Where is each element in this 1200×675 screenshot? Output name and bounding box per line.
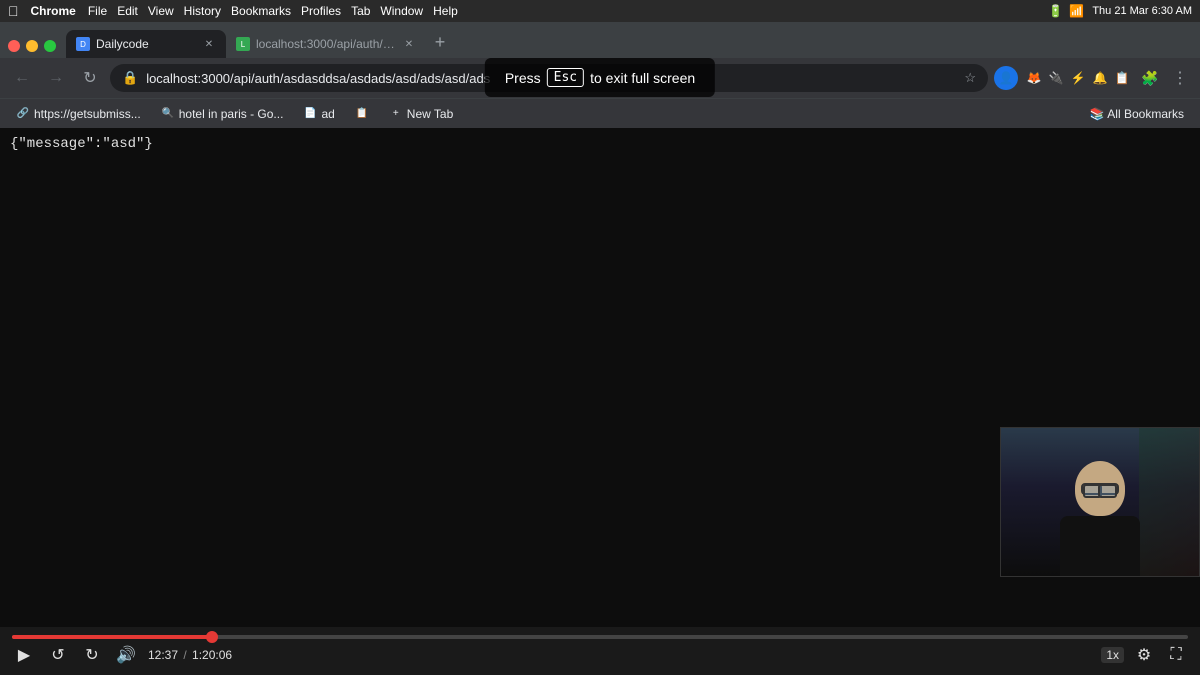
bookmark-label-3: ad (321, 107, 334, 121)
maximize-button[interactable] (44, 40, 56, 52)
bookmark-ad[interactable]: 📄 ad (295, 105, 342, 123)
traffic-lights (8, 40, 56, 58)
menu-profiles[interactable]: Profiles (301, 4, 341, 18)
total-time: 1:20:06 (192, 648, 232, 662)
ext-icon-3[interactable]: ⚡ (1068, 68, 1088, 88)
person-silhouette (1060, 461, 1140, 576)
bookmark-icon-1: 🔗 (16, 107, 30, 121)
tab-localhost[interactable]: L localhost:3000/api/auth/asd... ✕ (226, 30, 426, 58)
right-controls: 1x ⚙ ⛶ (1101, 643, 1188, 667)
exit-text: to exit full screen (590, 70, 695, 86)
menu-file[interactable]: File (88, 4, 107, 18)
bookmark-getsubmiss[interactable]: 🔗 https://getsubmiss... (8, 105, 149, 123)
esc-key: Esc (547, 68, 584, 87)
menu-help[interactable]: Help (433, 4, 458, 18)
menu-bar-right: 🔋 📶 Thu 21 Mar 6:30 AM (1048, 4, 1192, 18)
apple-menu[interactable]:  (8, 3, 19, 19)
progress-handle[interactable] (206, 631, 218, 643)
video-controls: ▶ ↺ ↻ 🔊 12:37 / 1:20:06 1x ⚙ ⛶ (0, 627, 1200, 675)
press-text: Press (505, 70, 541, 86)
play-button[interactable]: ▶ (12, 643, 36, 667)
lock-icon: 🔒 (122, 70, 138, 86)
menu-window[interactable]: Window (380, 4, 423, 18)
bookmark-icon-2: 🔍 (161, 107, 175, 121)
address-bar-icons: 👤 🦊 🔌 ⚡ 🔔 📋 🧩 ⋮ (994, 66, 1192, 90)
bookmark-icon-4: 📋 (355, 107, 369, 121)
tab-title-dailycode: Dailycode (96, 37, 196, 51)
webcam-bg-accent (1139, 428, 1199, 576)
bookmark-icon-3: 📄 (303, 107, 317, 121)
close-button[interactable] (8, 40, 20, 52)
more-menu-button[interactable]: ⋮ (1168, 66, 1192, 90)
person-head (1075, 461, 1125, 516)
bookmarks-right: 📚 All Bookmarks (1082, 105, 1192, 123)
reload-button[interactable]: ↻ (76, 64, 104, 92)
profile-icon[interactable]: 👤 (994, 66, 1018, 90)
star-icon[interactable]: ☆ (964, 70, 976, 86)
settings-button[interactable]: ⚙ (1132, 643, 1156, 667)
back-button[interactable]: ← (8, 64, 36, 92)
tab-close-dailycode[interactable]: ✕ (202, 37, 216, 51)
new-tab-button[interactable]: + (426, 30, 454, 58)
menu-history[interactable]: History (184, 4, 221, 18)
ext-icon-4[interactable]: 🔔 (1090, 68, 1110, 88)
datetime: Thu 21 Mar 6:30 AM (1092, 5, 1192, 17)
controls-row: ▶ ↺ ↻ 🔊 12:37 / 1:20:06 1x ⚙ ⛶ (12, 643, 1188, 667)
bookmark-hotel[interactable]: 🔍 hotel in paris - Go... (153, 105, 292, 123)
extension-icons: 🦊 🔌 ⚡ 🔔 📋 (1024, 68, 1132, 88)
webcam-person (1001, 428, 1199, 576)
person-body (1060, 516, 1140, 576)
menu-view[interactable]: View (148, 4, 174, 18)
bookmark-icon-5: + (389, 107, 403, 121)
minimize-button[interactable] (26, 40, 38, 52)
fullscreen-notice: Press Esc to exit full screen (485, 58, 715, 97)
ext-icon-2[interactable]: 🔌 (1046, 68, 1066, 88)
fast-forward-button[interactable]: ↻ (80, 643, 104, 667)
menu-edit[interactable]: Edit (117, 4, 138, 18)
tab-close-localhost[interactable]: ✕ (402, 37, 416, 51)
bookmark-misc[interactable]: 📋 (347, 105, 377, 123)
system-icons: 🔋 📶 (1048, 4, 1084, 18)
person-glasses (1081, 483, 1119, 495)
app-name[interactable]: Chrome (31, 4, 76, 18)
all-bookmarks-button[interactable]: 📚 All Bookmarks (1082, 105, 1192, 123)
forward-button[interactable]: → (42, 64, 70, 92)
chrome-window: D Dailycode ✕ L localhost:3000/api/auth/… (0, 22, 1200, 675)
webcam-overlay (1000, 427, 1200, 577)
tab-bar: D Dailycode ✕ L localhost:3000/api/auth/… (0, 22, 1200, 58)
ext-icon-1[interactable]: 🦊 (1024, 68, 1044, 88)
menu-bookmarks[interactable]: Bookmarks (231, 4, 291, 18)
time-display: 12:37 / 1:20:06 (148, 648, 232, 662)
json-response: {"message":"asd"} (10, 136, 153, 152)
tab-favicon-localhost: L (236, 37, 250, 51)
bookmark-new-tab[interactable]: + New Tab (381, 105, 461, 123)
time-separator: / (183, 648, 190, 662)
current-time: 12:37 (148, 648, 178, 662)
speed-badge[interactable]: 1x (1101, 647, 1124, 663)
menu-items: File Edit View History Bookmarks Profile… (88, 4, 458, 18)
progress-bar[interactable] (12, 635, 1188, 639)
bookmark-label-1: https://getsubmiss... (34, 107, 141, 121)
progress-fill (12, 635, 212, 639)
tab-title-localhost: localhost:3000/api/auth/asd... (256, 37, 396, 51)
ext-icon-5[interactable]: 📋 (1112, 68, 1132, 88)
bookmarks-bar: 🔗 https://getsubmiss... 🔍 hotel in paris… (0, 98, 1200, 128)
extensions-button[interactable]: 🧩 (1138, 66, 1162, 90)
tab-dailycode[interactable]: D Dailycode ✕ (66, 30, 226, 58)
bookmark-label-2: hotel in paris - Go... (179, 107, 284, 121)
volume-button[interactable]: 🔊 (114, 643, 138, 667)
bookmark-label-5: New Tab (407, 107, 453, 121)
tab-favicon-dailycode: D (76, 37, 90, 51)
menu-tab[interactable]: Tab (351, 4, 370, 18)
content-area: {"message":"asd"} (0, 128, 1200, 627)
menu-bar:  Chrome File Edit View History Bookmark… (0, 0, 1200, 22)
rewind-button[interactable]: ↺ (46, 643, 70, 667)
fullscreen-button[interactable]: ⛶ (1164, 643, 1188, 667)
